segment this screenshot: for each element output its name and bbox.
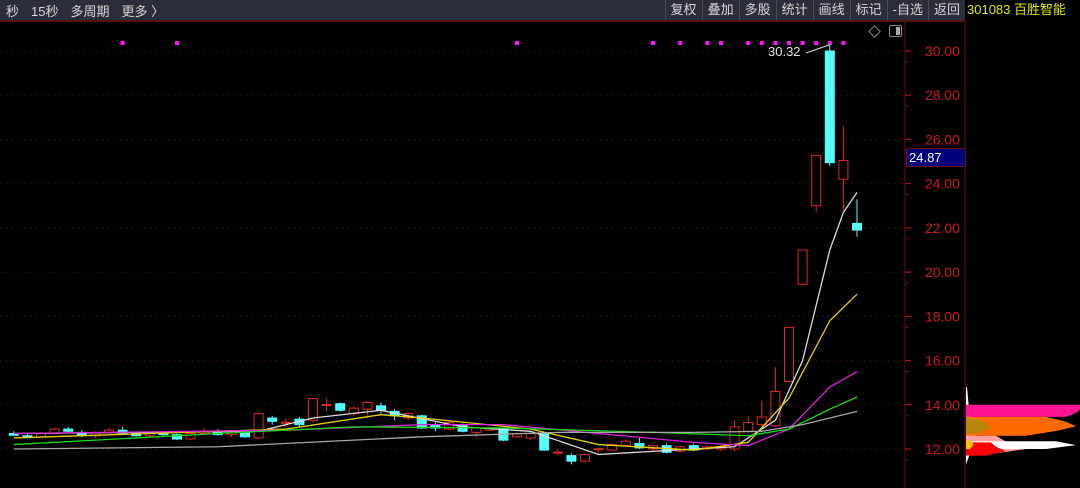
candle-body: [580, 454, 590, 462]
signal-marker: [841, 41, 846, 45]
candle: [376, 402, 386, 414]
candle: [593, 447, 604, 454]
candle: [63, 426, 74, 433]
candle: [784, 326, 794, 383]
price-tick-label: 16.00: [925, 353, 960, 369]
signal-marker: [719, 41, 723, 45]
price-tick-label: 20.00: [925, 264, 960, 280]
candle-body: [797, 249, 808, 285]
candle-body: [240, 431, 250, 438]
panel-toggle-icon[interactable]: [889, 25, 902, 37]
price-tick-label: 26.00: [925, 131, 960, 147]
price-tick-label: 14.00: [925, 397, 960, 413]
signal-marker: [120, 41, 125, 45]
candle-body: [811, 154, 822, 207]
signal-marker: [705, 41, 710, 45]
signal-marker: [746, 41, 751, 45]
candle-body: [471, 427, 482, 433]
candle-body: [852, 222, 862, 231]
price-tick-label: 22.00: [925, 220, 960, 236]
price-tick-label: 12.00: [925, 441, 960, 457]
signal-marker: [800, 41, 805, 45]
candle: [770, 367, 781, 427]
candle: [253, 412, 264, 440]
volume-profile-band: [966, 404, 1080, 417]
candle: [444, 421, 454, 431]
candle-body: [566, 455, 577, 462]
candle-body: [362, 402, 373, 410]
candle-body: [376, 405, 386, 411]
candle: [743, 415, 754, 433]
candle: [756, 400, 767, 426]
candle: [838, 126, 849, 211]
price-tick-label: 24.00: [925, 176, 960, 192]
candle-body: [321, 404, 332, 407]
candle: [389, 409, 400, 421]
candle: [552, 448, 563, 456]
current-price-box: 24.87: [906, 148, 966, 167]
candle-body: [525, 433, 536, 439]
signal-marker: [651, 41, 655, 45]
candle: [852, 199, 862, 237]
candle-body: [22, 435, 33, 438]
candlestick-chart[interactable]: 30.00 28.00 26.00 24.00 22.00 20.00 18.00 16.00…: [0, 0, 1080, 488]
candle: [321, 398, 332, 412]
candle: [212, 429, 223, 436]
candle: [335, 402, 346, 412]
candle: [348, 406, 359, 416]
price-tick-label: 28.00: [925, 87, 960, 103]
candle: [566, 453, 577, 465]
price-tick-label: 30.00: [925, 43, 960, 59]
candle: [797, 249, 808, 286]
signal-marker: [678, 41, 683, 45]
candle-body: [280, 421, 291, 424]
price-tick-label: 18.00: [925, 308, 960, 324]
candle-body: [743, 421, 754, 432]
candle: [580, 453, 590, 463]
candle-body: [784, 326, 794, 383]
ma-line-ma5: [13, 192, 858, 456]
signal-marker: [175, 41, 179, 45]
candle: [172, 433, 182, 441]
candle-body: [824, 50, 835, 164]
candle-body: [267, 417, 278, 422]
candle: [267, 415, 278, 425]
candle-body: [552, 451, 563, 454]
candle-body: [308, 398, 318, 421]
candle-body: [620, 440, 631, 447]
signal-marker: [515, 41, 519, 45]
signal-marker: [759, 41, 764, 45]
candle-body: [838, 159, 849, 180]
candle-body: [593, 448, 604, 451]
candle-body: [253, 413, 264, 439]
high-price-label: 30.32: [768, 44, 801, 59]
candle-body: [335, 403, 346, 411]
candle: [824, 43, 835, 166]
candle-body: [63, 428, 74, 432]
candle: [362, 401, 373, 419]
signal-marker: [814, 41, 819, 45]
candle: [811, 154, 822, 213]
candle: [185, 432, 196, 441]
